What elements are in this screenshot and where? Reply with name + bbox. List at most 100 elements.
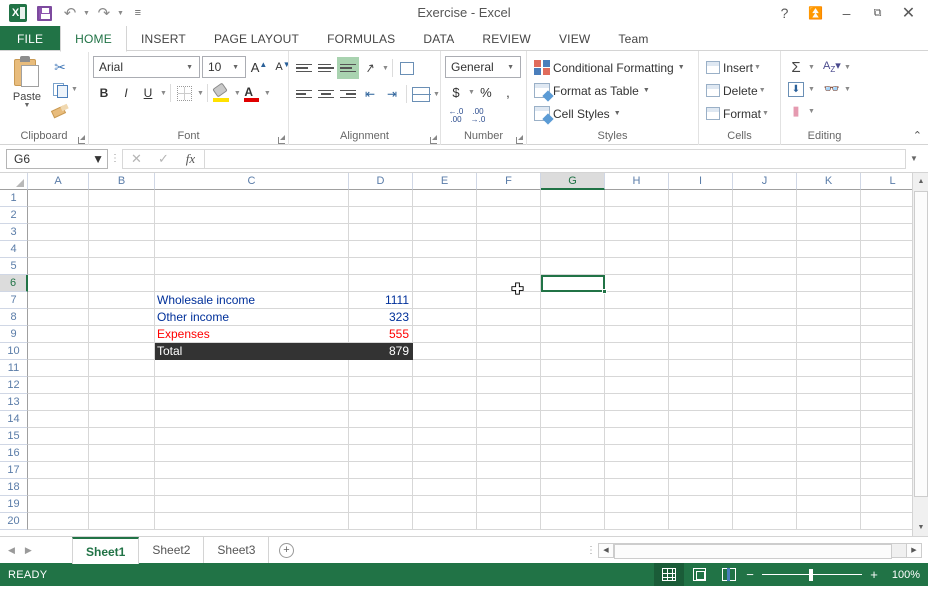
cell-H12[interactable] bbox=[605, 377, 669, 394]
cell-I14[interactable] bbox=[669, 411, 733, 428]
cell-F17[interactable] bbox=[477, 462, 541, 479]
align-center-button[interactable] bbox=[315, 83, 337, 105]
zoom-slider[interactable] bbox=[762, 569, 862, 581]
cell-J6[interactable] bbox=[733, 275, 797, 292]
scroll-right-button[interactable]: ▶ bbox=[906, 543, 922, 558]
cell-K10[interactable] bbox=[797, 343, 861, 360]
underline-dropdown-icon[interactable]: ▼ bbox=[160, 90, 167, 97]
cell-E7[interactable] bbox=[413, 292, 477, 309]
row-header-1[interactable]: 1 bbox=[0, 190, 28, 207]
cell-B12[interactable] bbox=[89, 377, 155, 394]
cell-J1[interactable] bbox=[733, 190, 797, 207]
cell-A6[interactable] bbox=[28, 275, 89, 292]
cell-A7[interactable] bbox=[28, 292, 89, 309]
cell-A11[interactable] bbox=[28, 360, 89, 377]
insert-dropdown-icon[interactable]: ▼ bbox=[754, 64, 761, 71]
orientation-dropdown-icon[interactable]: ▼ bbox=[382, 65, 389, 72]
scroll-left-button[interactable]: ◀ bbox=[598, 543, 614, 558]
cell-F1[interactable] bbox=[477, 190, 541, 207]
cell-D13[interactable] bbox=[349, 394, 413, 411]
align-top-button[interactable] bbox=[293, 57, 315, 79]
accounting-dropdown-icon[interactable]: ▼ bbox=[468, 89, 475, 96]
cell-G10[interactable] bbox=[541, 343, 605, 360]
cell-B3[interactable] bbox=[89, 224, 155, 241]
cell-H6[interactable] bbox=[605, 275, 669, 292]
cell-H15[interactable] bbox=[605, 428, 669, 445]
formula-input[interactable] bbox=[204, 149, 906, 169]
cell-I15[interactable] bbox=[669, 428, 733, 445]
cell-F12[interactable] bbox=[477, 377, 541, 394]
decrease-decimal-button[interactable]: .00→.0 bbox=[467, 105, 489, 127]
cell-K13[interactable] bbox=[797, 394, 861, 411]
cell-C20[interactable] bbox=[155, 513, 349, 530]
cell-I8[interactable] bbox=[669, 309, 733, 326]
cell-G15[interactable] bbox=[541, 428, 605, 445]
row-header-8[interactable]: 8 bbox=[0, 309, 28, 326]
cell-F8[interactable] bbox=[477, 309, 541, 326]
cell-F16[interactable] bbox=[477, 445, 541, 462]
tab-home[interactable]: HOME bbox=[60, 26, 127, 52]
column-header-b[interactable]: B bbox=[89, 173, 155, 190]
font-color-dropdown-icon[interactable]: ▼ bbox=[264, 90, 271, 97]
paste-dropdown-icon[interactable]: ▼ bbox=[24, 103, 31, 109]
autosum-button[interactable]: Σ bbox=[785, 56, 807, 78]
cell-J8[interactable] bbox=[733, 309, 797, 326]
cell-E19[interactable] bbox=[413, 496, 477, 513]
cell-H9[interactable] bbox=[605, 326, 669, 343]
cell-J5[interactable] bbox=[733, 258, 797, 275]
column-header-g[interactable]: G bbox=[541, 173, 605, 190]
row-header-3[interactable]: 3 bbox=[0, 224, 28, 241]
scroll-down-button[interactable]: ▼ bbox=[913, 519, 928, 536]
conditional-formatting-dropdown-icon[interactable]: ▼ bbox=[678, 64, 685, 71]
cell-A16[interactable] bbox=[28, 445, 89, 462]
cell-G3[interactable] bbox=[541, 224, 605, 241]
cell-H20[interactable] bbox=[605, 513, 669, 530]
decrease-indent-button[interactable]: ⇤ bbox=[359, 83, 381, 105]
cell-C13[interactable] bbox=[155, 394, 349, 411]
cell-C1[interactable] bbox=[155, 190, 349, 207]
fill-button[interactable]: ⬇ bbox=[785, 78, 807, 100]
row-header-20[interactable]: 20 bbox=[0, 513, 28, 530]
cell-K14[interactable] bbox=[797, 411, 861, 428]
page-layout-view-button[interactable] bbox=[684, 563, 714, 586]
cell-E9[interactable] bbox=[413, 326, 477, 343]
borders-button[interactable] bbox=[174, 82, 196, 104]
cell-G7[interactable] bbox=[541, 292, 605, 309]
column-header-f[interactable]: F bbox=[477, 173, 541, 190]
cell-H3[interactable] bbox=[605, 224, 669, 241]
cell-G8[interactable] bbox=[541, 309, 605, 326]
cell-E15[interactable] bbox=[413, 428, 477, 445]
row-header-9[interactable]: 9 bbox=[0, 326, 28, 343]
cell-G14[interactable] bbox=[541, 411, 605, 428]
normal-view-button[interactable] bbox=[654, 563, 684, 586]
cell-E17[interactable] bbox=[413, 462, 477, 479]
cell-G20[interactable] bbox=[541, 513, 605, 530]
row-header-17[interactable]: 17 bbox=[0, 462, 28, 479]
format-cells-button[interactable]: Format ▼ bbox=[703, 102, 769, 125]
cell-D14[interactable] bbox=[349, 411, 413, 428]
name-box-dropdown-icon[interactable]: ▼ bbox=[92, 152, 104, 166]
cell-J3[interactable] bbox=[733, 224, 797, 241]
restore-icon[interactable]: ⧉ bbox=[862, 1, 893, 25]
cell-C11[interactable] bbox=[155, 360, 349, 377]
cell-E12[interactable] bbox=[413, 377, 477, 394]
align-bottom-button[interactable] bbox=[337, 57, 359, 79]
cell-H5[interactable] bbox=[605, 258, 669, 275]
row-header-5[interactable]: 5 bbox=[0, 258, 28, 275]
column-header-c[interactable]: C bbox=[155, 173, 349, 190]
row-header-14[interactable]: 14 bbox=[0, 411, 28, 428]
cell-D2[interactable] bbox=[349, 207, 413, 224]
horizontal-scrollbar[interactable]: ◀ ▶ bbox=[598, 537, 928, 563]
help-icon[interactable]: ? bbox=[769, 1, 800, 25]
cell-K5[interactable] bbox=[797, 258, 861, 275]
minimize-icon[interactable]: – bbox=[831, 1, 862, 25]
cell-E2[interactable] bbox=[413, 207, 477, 224]
format-as-table-dropdown-icon[interactable]: ▼ bbox=[643, 87, 650, 94]
cell-K15[interactable] bbox=[797, 428, 861, 445]
cell-C4[interactable] bbox=[155, 241, 349, 258]
cell-F2[interactable] bbox=[477, 207, 541, 224]
cell-E13[interactable] bbox=[413, 394, 477, 411]
cell-D18[interactable] bbox=[349, 479, 413, 496]
cell-J19[interactable] bbox=[733, 496, 797, 513]
cell-E6[interactable] bbox=[413, 275, 477, 292]
